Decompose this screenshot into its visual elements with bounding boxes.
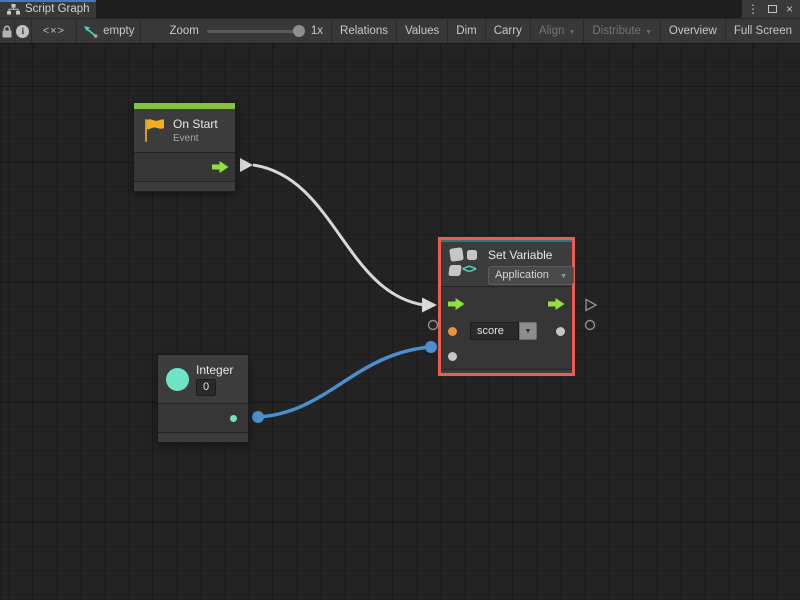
titlebar: Script Graph ⋮ × — [0, 0, 800, 18]
name-input-port[interactable] — [448, 327, 457, 336]
angle-brackets-icon: <> — [462, 262, 476, 277]
carry-button[interactable]: Carry — [485, 19, 530, 43]
zoom-value: 1x — [311, 25, 323, 37]
values-button[interactable]: Values — [396, 19, 447, 43]
chevron-down-icon: ▼ — [645, 29, 652, 36]
code-preview-icon: <×> — [43, 25, 65, 37]
value-wire-end-cap — [425, 341, 437, 353]
close-button[interactable]: × — [786, 0, 793, 18]
selection-label: empty — [103, 25, 134, 37]
chevron-down-icon: ▼ — [525, 328, 532, 335]
variable-name-field[interactable]: score — [470, 322, 519, 340]
node-title: Set Variable — [488, 248, 574, 262]
integer-type-icon — [166, 368, 189, 391]
graph-canvas[interactable]: On Start Event <> Set Variable Applicati… — [0, 44, 800, 600]
flow-output-indicator-triangle — [586, 300, 596, 311]
graph-toolbar: i <×> empty Zoom 1x Relations Values Dim… — [0, 18, 800, 44]
variable-name-dropdown-button[interactable]: ▼ — [519, 322, 537, 340]
info-icon: i — [16, 25, 29, 38]
zoom-slider[interactable] — [207, 30, 303, 33]
maximize-button[interactable] — [768, 5, 777, 13]
scope-label: Application — [495, 269, 549, 281]
tab-label: Script Graph — [25, 3, 90, 15]
variable-scope-dropdown[interactable]: Application ▼ — [488, 266, 574, 285]
value-output-indicator-circle — [586, 321, 595, 330]
relations-button[interactable]: Relations — [331, 19, 396, 43]
zoom-control: Zoom 1x — [141, 25, 331, 37]
lock-icon — [1, 25, 13, 38]
align-dropdown: Align ▼ — [530, 19, 584, 43]
flow-input-port[interactable] — [448, 298, 465, 310]
flow-wire-arrowhead — [422, 298, 437, 313]
value-input-indicator-circle — [429, 321, 438, 330]
on-start-header: On Start Event — [134, 109, 235, 152]
set-variable-header: <> Set Variable Application ▼ — [441, 242, 572, 286]
node-integer[interactable]: Integer 0 — [157, 354, 249, 443]
value-wire-start-cap — [252, 411, 264, 423]
tab-script-graph[interactable]: Script Graph — [0, 0, 96, 18]
integer-output-port[interactable] — [230, 415, 237, 422]
active-tab-accent — [0, 0, 96, 2]
node-subtitle: Event — [173, 133, 218, 144]
integer-ports — [158, 403, 248, 433]
chevron-down-icon: ▼ — [568, 29, 575, 36]
node-on-start[interactable]: On Start Event — [133, 102, 236, 192]
toolbar-buttons: Relations Values Dim Carry Align ▼ Distr… — [331, 19, 800, 43]
distribute-dropdown: Distribute ▼ — [583, 19, 660, 43]
selection-inspector[interactable]: empty — [77, 19, 141, 43]
flow-wire — [253, 165, 424, 305]
node-title: On Start — [173, 117, 218, 131]
window-menu-button[interactable]: ⋮ — [747, 0, 759, 18]
overview-button[interactable]: Overview — [660, 19, 725, 43]
value-port-row — [441, 345, 572, 369]
info-button[interactable]: i — [15, 19, 31, 43]
value-output-port[interactable] — [556, 327, 565, 336]
on-start-ports — [134, 152, 235, 182]
flow-port-row — [441, 291, 572, 318]
name-port-row: score ▼ — [441, 318, 572, 345]
chevron-down-icon: ▼ — [560, 273, 567, 280]
flow-wire-start-cap — [240, 158, 253, 172]
integer-footer — [158, 433, 248, 442]
fullscreen-button[interactable]: Full Screen — [725, 19, 800, 43]
node-set-variable[interactable]: <> Set Variable Application ▼ — [438, 237, 575, 376]
integer-value-field[interactable]: 0 — [196, 379, 216, 396]
node-title: Integer — [196, 363, 233, 377]
wire-layer — [0, 44, 800, 600]
lock-button[interactable] — [0, 19, 15, 43]
flag-icon — [142, 117, 166, 144]
flow-output-port[interactable] — [548, 298, 565, 310]
set-variable-icon: <> — [449, 248, 481, 278]
graph-icon — [7, 4, 20, 15]
value-wire — [258, 347, 431, 417]
dim-button[interactable]: Dim — [447, 19, 484, 43]
flow-output-port[interactable] — [212, 161, 229, 173]
graph-pointer-icon — [83, 25, 98, 38]
set-variable-footer — [441, 370, 572, 373]
on-start-footer — [134, 182, 235, 191]
integer-header: Integer 0 — [158, 355, 248, 403]
code-preview-button[interactable]: <×> — [32, 19, 77, 43]
set-variable-ports: score ▼ — [441, 286, 572, 370]
zoom-slider-handle[interactable] — [293, 25, 305, 37]
value-input-port[interactable] — [448, 352, 457, 361]
window-controls: ⋮ × — [742, 0, 800, 18]
zoom-label: Zoom — [169, 25, 198, 37]
